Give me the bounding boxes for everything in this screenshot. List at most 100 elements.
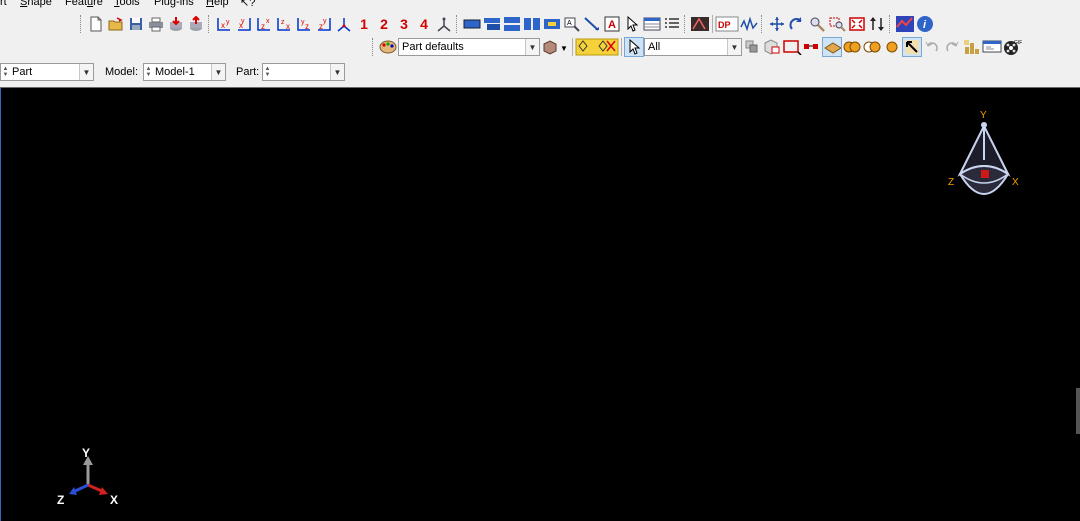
undo-icon[interactable]	[922, 37, 942, 57]
view-back-icon[interactable]: xy	[234, 14, 254, 34]
spin-arrows-icon[interactable]: ▲ ▼	[1, 66, 9, 78]
graphics-viewport[interactable]: Y Z X Y X Z	[0, 87, 1080, 521]
render-style-select[interactable]: Part defaults ▼	[398, 38, 540, 56]
toolbar-grip[interactable]	[889, 15, 893, 33]
chevron-down-icon[interactable]: ▼	[330, 64, 344, 80]
boolean-circle-icon[interactable]	[882, 37, 902, 57]
redo-icon[interactable]	[942, 37, 962, 57]
boolean-intersect-icon[interactable]	[862, 37, 882, 57]
zoom-icon[interactable]	[807, 14, 827, 34]
toolbar-grip[interactable]	[372, 38, 376, 56]
color-code-icon[interactable]	[895, 14, 915, 34]
bar-chart-icon[interactable]	[962, 37, 982, 57]
menu-shape[interactable]: Shape	[20, 0, 52, 8]
spin-arrows-icon[interactable]: ▲ ▼	[263, 66, 271, 78]
svg-text:A: A	[608, 19, 616, 31]
view-bottom-icon[interactable]: zy	[314, 14, 334, 34]
toolbar-grip[interactable]	[761, 15, 765, 33]
dp-toggle-icon[interactable]: DP	[715, 14, 739, 34]
select-face-icon[interactable]	[742, 37, 762, 57]
save-icon[interactable]	[126, 14, 146, 34]
saved-view-1-button[interactable]: 1	[354, 14, 374, 34]
view-right-icon[interactable]: zx	[274, 14, 294, 34]
toggle-display-icon[interactable]	[542, 14, 562, 34]
view-left-icon[interactable]: zx	[254, 14, 274, 34]
open-folder-icon[interactable]	[106, 14, 126, 34]
menu-tools[interactable]: Tools	[114, 0, 140, 8]
display-group-icon[interactable]	[690, 14, 710, 34]
spin-arrows-icon[interactable]: ▲ ▼	[144, 66, 152, 78]
toolbar-separator	[621, 38, 622, 56]
viewport-scroll-handle[interactable]	[1076, 388, 1080, 434]
line-tool-icon[interactable]	[582, 14, 602, 34]
box-select-icon[interactable]	[782, 37, 802, 57]
model-select[interactable]: ▲ ▼ Model-1 ▼	[143, 63, 226, 81]
chevron-down-icon[interactable]: ▼	[727, 39, 741, 55]
context-help-icon[interactable]: ↖?	[240, 0, 255, 9]
part-label: Part:	[236, 66, 260, 78]
cycle-views-icon[interactable]	[867, 14, 887, 34]
box-zoom-icon[interactable]	[827, 14, 847, 34]
query-icon[interactable]: A	[562, 14, 582, 34]
info-icon[interactable]: i	[915, 14, 935, 34]
toolbar-grip[interactable]	[456, 15, 460, 33]
view-iso-icon[interactable]	[334, 14, 354, 34]
view-cube-x-label: X	[1012, 177, 1019, 188]
render-shaded-icon[interactable]	[502, 14, 522, 34]
list-details-icon[interactable]	[662, 14, 682, 34]
text-annotation-icon[interactable]: A	[602, 14, 622, 34]
monitor-icon[interactable]	[982, 37, 1002, 57]
import-icon[interactable]	[166, 14, 186, 34]
triad-x-label: X	[110, 493, 118, 507]
pick-tool-icon[interactable]	[902, 37, 922, 57]
xy-plot-icon[interactable]	[739, 14, 759, 34]
chevron-down-icon[interactable]: ▼	[79, 64, 93, 80]
render-hidden-icon[interactable]	[482, 14, 502, 34]
selection-filter-select[interactable]: All ▼	[644, 38, 742, 56]
view-axes-icon[interactable]	[434, 14, 454, 34]
saved-view-3-button[interactable]: 3	[394, 14, 414, 34]
module-select[interactable]: ▲ ▼ Part ▼	[0, 63, 94, 81]
render-shaded-edges-icon[interactable]	[522, 14, 542, 34]
drag-select-icon[interactable]	[802, 37, 822, 57]
mesh-display-icon[interactable]	[575, 37, 619, 57]
pointer-icon[interactable]	[622, 14, 642, 34]
select-arrow-icon[interactable]	[624, 37, 644, 57]
export-icon[interactable]	[186, 14, 206, 34]
menu-bar: rt Shape Feature Tools Plug-ins Help ↖?	[0, 0, 1080, 9]
new-file-icon[interactable]	[86, 14, 106, 34]
view-cube-top-node[interactable]	[981, 122, 987, 128]
saved-view-2-button[interactable]: 2	[374, 14, 394, 34]
toolbar-grip[interactable]	[80, 15, 84, 33]
menu-feature[interactable]: Feature	[65, 0, 103, 8]
svg-text:▼: ▼	[560, 44, 568, 53]
menu-plugins[interactable]: Plug-ins	[154, 0, 194, 8]
chevron-down-icon[interactable]: ▼	[525, 39, 539, 55]
render-wireframe-icon[interactable]	[462, 14, 482, 34]
pan-icon[interactable]	[767, 14, 787, 34]
boolean-union-icon[interactable]	[842, 37, 862, 57]
svg-text:x: x	[266, 18, 270, 25]
toolbar-grip[interactable]	[208, 15, 212, 33]
render-style-palette-icon[interactable]	[378, 37, 398, 57]
view-front-icon[interactable]: xy	[214, 14, 234, 34]
menu-part[interactable]: rt	[0, 0, 7, 8]
saved-view-4-button[interactable]: 4	[414, 14, 434, 34]
select-cells-icon[interactable]	[762, 37, 782, 57]
view-cube[interactable]: Y Z X	[946, 108, 1026, 208]
part-select[interactable]: ▲ ▼ ▼	[262, 63, 345, 81]
toolbar-grip[interactable]	[684, 15, 688, 33]
report-table-icon[interactable]	[642, 14, 662, 34]
menu-help[interactable]: Help	[206, 0, 229, 8]
main-toolbar: xy xy zx zx yz zy 1 2 3 4 A A DP i	[78, 13, 935, 35]
rotate-icon[interactable]	[787, 14, 807, 34]
chevron-down-icon[interactable]: ▼	[211, 64, 225, 80]
animation-gif-icon[interactable]: GIF	[1002, 37, 1022, 57]
view-cube-y-label: Y	[980, 110, 987, 121]
auto-fit-icon[interactable]	[847, 14, 867, 34]
print-icon[interactable]	[146, 14, 166, 34]
axis-triad: Y X Z	[57, 446, 118, 507]
view-top-icon[interactable]: yz	[294, 14, 314, 34]
select-from-interior-icon[interactable]	[822, 37, 842, 57]
color-block-icon[interactable]: ▼	[540, 37, 570, 57]
